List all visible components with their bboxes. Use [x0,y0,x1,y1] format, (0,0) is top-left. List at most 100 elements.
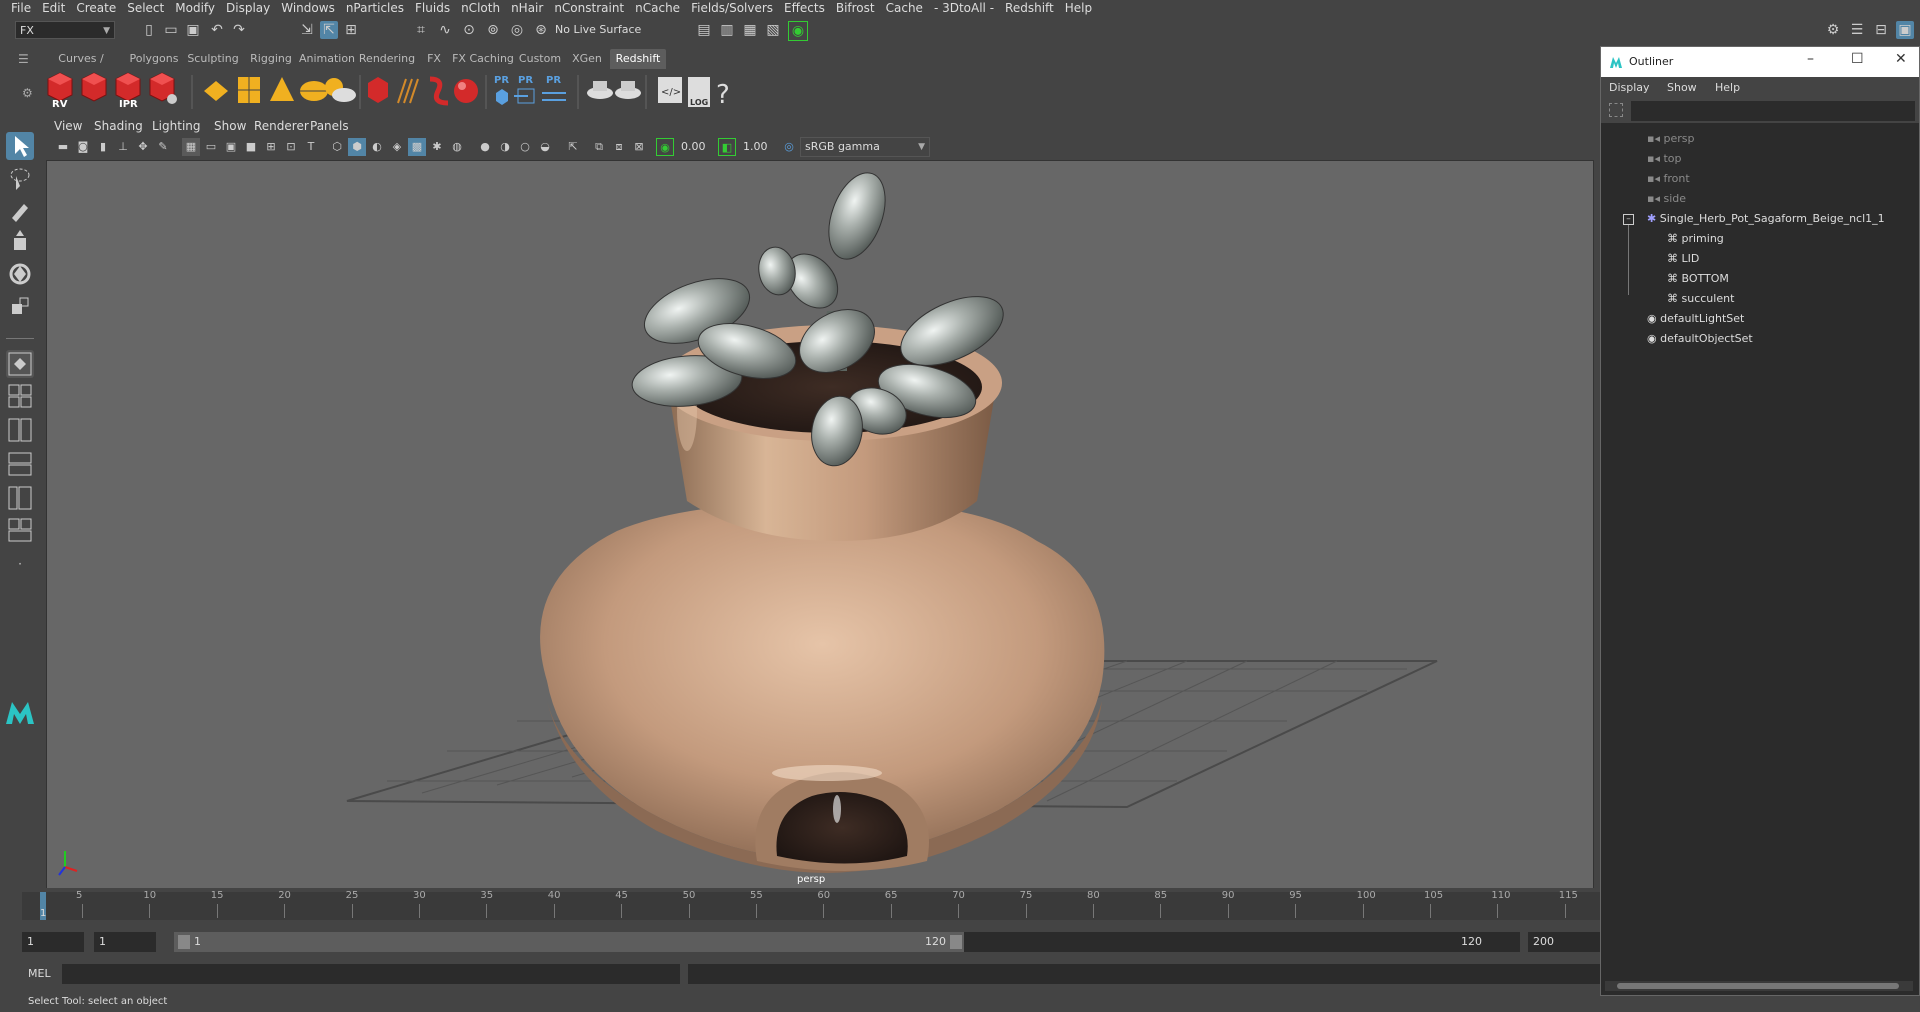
snap-curve-icon[interactable]: ∿ [436,21,454,39]
viewport-menu-item[interactable]: View [54,116,82,136]
wireframe-icon[interactable]: ⬡ [328,138,346,156]
shelf-tab[interactable]: FX [420,49,448,69]
depth-of-field-icon[interactable]: ◒ [536,138,554,156]
outliner-menu-item[interactable]: Display [1609,81,1650,94]
viewport-menu-item[interactable]: Show [214,116,246,136]
select-object-icon[interactable]: ⇱ [320,21,338,39]
snap-view-icon[interactable]: ⊚ [484,21,502,39]
range-slider-handle[interactable]: 1 120 [174,932,964,952]
gate-mask-icon[interactable]: ■ [242,138,260,156]
dome-light-button[interactable] [300,81,328,101]
start-time-field[interactable]: 1 [22,932,84,952]
shelf-tab[interactable]: Custom [516,49,564,69]
2d-pan-zoom-icon[interactable]: ✥ [134,138,152,156]
four-view-layout-button[interactable] [6,382,34,410]
viewport-menu-item[interactable]: Lighting [152,116,201,136]
area-light-button[interactable] [204,81,228,101]
exposure-field[interactable]: 0.00 [676,137,716,157]
snap-grid-icon[interactable]: ⌗ [412,21,430,39]
shadows-icon[interactable]: ◍ [448,138,466,156]
smooth-shade-icon[interactable]: ⬢ [348,138,366,156]
side-by-side-layout-button[interactable] [6,416,34,444]
shelf-tab[interactable]: Redshift [610,49,666,69]
menu-item[interactable]: Redshift [1005,0,1054,17]
outliner-item-lid[interactable]: ⌘ LID [1667,249,1699,269]
menu-item[interactable]: Select [127,0,164,17]
close-icon[interactable]: ✕ [1895,51,1907,67]
outliner-menu-item[interactable]: Show [1667,81,1697,94]
outliner-layout-button[interactable] [6,484,34,512]
hair-button[interactable] [397,78,419,104]
isolate-select-icon[interactable]: ⇱ [564,138,582,156]
menu-item[interactable]: Help [1065,0,1092,17]
select-hierarchy-icon[interactable]: ⇲ [298,21,316,39]
safe-action-icon[interactable]: ⊡ [282,138,300,156]
outliner-item-succulent[interactable]: ⌘ succulent [1667,289,1734,309]
shelf-tab[interactable]: Rendering [358,49,416,69]
grease-pencil-icon[interactable]: ✎ [154,138,172,156]
curve-object-button[interactable] [429,76,449,106]
shelf-tab[interactable]: Polygons [126,49,182,69]
select-tool-button[interactable] [6,132,34,160]
menu-item[interactable]: Edit [42,0,65,17]
menu-item[interactable]: nCloth [461,0,500,17]
exposure-toggle-icon[interactable]: ◉ [656,138,674,156]
new-scene-icon[interactable]: ▯ [140,21,158,39]
collapse-icon[interactable]: – [1623,214,1634,225]
save-scene-icon[interactable]: ▣ [184,21,202,39]
help-button[interactable]: ? [716,80,730,110]
menu-item[interactable]: Effects [784,0,825,17]
field-chart-icon[interactable]: ⊞ [262,138,280,156]
range-start-grip[interactable] [178,935,190,949]
hypershade-icon[interactable]: ◉ [788,21,808,41]
menu-item[interactable]: Fields/Solvers [691,0,773,17]
more-layouts-button[interactable]: · [6,550,34,578]
outliner-item-default-light-set[interactable]: ◉ defaultLightSet [1647,309,1744,329]
proxy-replace-button[interactable]: PR [542,75,566,101]
xray-components-icon[interactable]: ⊠ [630,138,648,156]
scrollbar-thumb[interactable] [1617,983,1899,989]
image-plane-icon[interactable]: ⊥ [114,138,132,156]
safe-title-icon[interactable]: T [302,138,320,156]
undo-icon[interactable]: ↶ [208,21,226,39]
shelf-tab[interactable]: Animation [298,49,356,69]
spot-light-button[interactable] [270,77,294,101]
lasso-tool-button[interactable] [6,164,34,192]
render-settings-icon[interactable]: ▧ [764,21,782,39]
menu-item[interactable]: - 3DtoAll - [934,0,994,17]
make-live-icon[interactable]: ⊛ [532,21,550,39]
menu-item[interactable]: Create [76,0,116,17]
ipr-button[interactable]: IPR [115,72,141,110]
motion-blur-icon[interactable]: ◑ [496,138,514,156]
mel-input[interactable] [62,964,680,984]
viewport-menu-item[interactable]: Renderer [254,116,309,136]
paint-select-tool-button[interactable] [6,196,34,224]
default-material-icon[interactable]: ◐ [368,138,386,156]
outliner-item-top[interactable]: ▪◂ top [1647,149,1682,169]
horizontal-scrollbar[interactable] [1605,981,1913,991]
range-end-grip[interactable] [950,935,962,949]
scale-tool-button[interactable] [6,292,34,320]
resolution-gate-icon[interactable]: ▣ [222,138,240,156]
channel-box-icon[interactable]: ▣ [1896,21,1914,39]
render-bowl-button[interactable] [587,81,613,99]
render-cube-2-button[interactable] [81,72,107,102]
single-view-layout-button[interactable] [6,350,34,378]
portal-light-button[interactable] [238,77,260,103]
shelf-tab[interactable]: Rigging [246,49,296,69]
outliner-item-side[interactable]: ▪◂ side [1647,189,1686,209]
xray-icon[interactable]: ⧉ [590,138,608,156]
gamma-toggle-icon[interactable]: ◧ [718,138,736,156]
shelf-tab[interactable]: XGen [568,49,606,69]
menu-item[interactable]: File [11,0,31,17]
color-space-dropdown[interactable]: sRGB gamma ▼ [800,137,930,157]
attribute-editor-icon[interactable]: ☰ [1848,21,1866,39]
log-button[interactable]: LOG [688,77,710,107]
outliner-item-priming[interactable]: ⌘ priming [1667,229,1724,249]
sun-sky-button[interactable] [325,78,356,102]
graph-layout-button[interactable] [6,516,34,544]
ipr-render-icon[interactable]: ▦ [741,21,759,39]
volume-button[interactable] [368,77,388,103]
material-ball-button[interactable] [454,79,478,103]
tool-settings-icon[interactable]: ⊟ [1872,21,1890,39]
